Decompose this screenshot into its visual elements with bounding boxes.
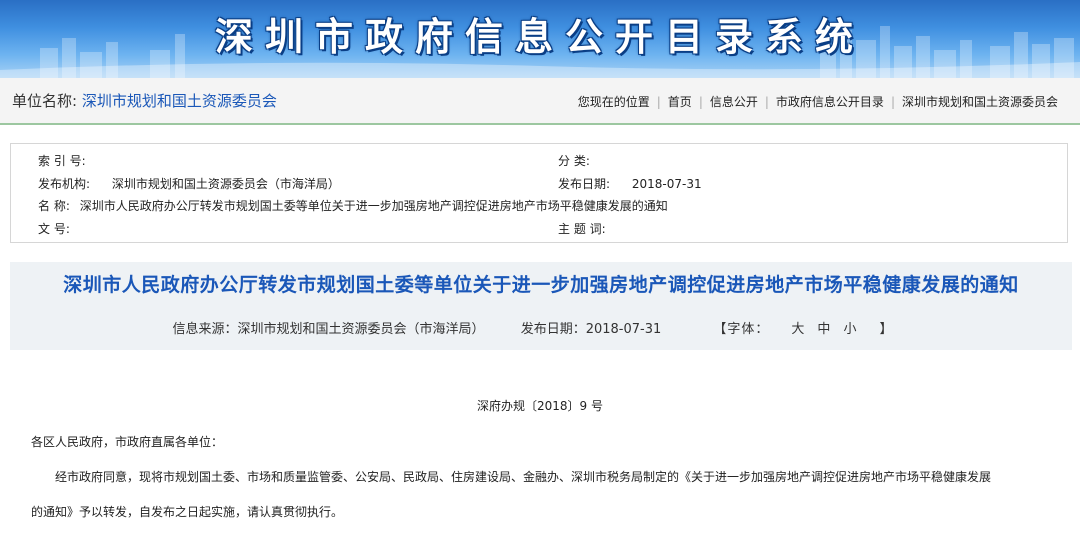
meta-category-label: 分 类:: [558, 154, 590, 168]
article-header: 深圳市人民政府办公厅转发市规划国土委等单位关于进一步加强房地产调控促进房地产市场…: [10, 262, 1072, 350]
meta-date: 发布日期: 2018-07-31: [558, 175, 702, 192]
meta-name: 名 称: 深圳市人民政府办公厅转发市规划国土委等单位关于进一步加强房地产调控促进…: [38, 197, 668, 214]
meta-topic-label: 主 题 词:: [558, 222, 606, 236]
meta-index: 索 引 号:: [38, 152, 104, 169]
breadcrumb-home-link[interactable]: 首页: [668, 93, 692, 110]
header-banner: 深圳市政府信息公开目录系统: [0, 0, 1080, 78]
body-paragraph-line-2: 的通知》予以转发，自发布之日起实施，请认真贯彻执行。: [31, 505, 344, 519]
document-metadata-box: 索 引 号: 分 类: 发布机构: 深圳市规划和国土资源委员会（市海洋局） 发布…: [10, 143, 1068, 243]
meta-name-value: 深圳市人民政府办公厅转发市规划国土委等单位关于进一步加强房地产调控促进房地产市场…: [79, 199, 668, 213]
meta-publisher-label: 发布机构:: [38, 177, 91, 191]
breadcrumb-separator: |: [656, 94, 661, 109]
document-number: 深府办规〔2018〕9 号: [477, 399, 603, 413]
unit-name: 单位名称: 深圳市规划和国土资源委员会: [12, 90, 277, 111]
article-date: 发布日期：2018-07-31: [520, 322, 662, 337]
meta-name-label: 名 称:: [38, 199, 70, 213]
meta-publisher-value: 深圳市规划和国土资源委员会（市海洋局）: [111, 177, 340, 191]
breadcrumb-prefix: 您现在的位置: [577, 95, 650, 109]
site-title: 深圳市政府信息公开目录系统: [214, 14, 865, 59]
meta-index-label: 索 引 号:: [38, 154, 86, 168]
breadcrumb-separator: |: [764, 94, 769, 109]
font-size-large-button[interactable]: 大: [791, 322, 805, 337]
font-size-close: 】: [879, 322, 894, 337]
breadcrumb-separator: |: [698, 94, 703, 109]
meta-docno: 文 号:: [38, 220, 88, 237]
meta-publisher: 发布机构: 深圳市规划和国土资源委员会（市海洋局）: [38, 175, 340, 192]
meta-date-value: 2018-07-31: [631, 177, 702, 191]
article-title: 深圳市人民政府办公厅转发市规划国土委等单位关于进一步加强房地产调控促进房地产市场…: [63, 274, 1019, 296]
unit-name-value[interactable]: 深圳市规划和国土资源委员会: [82, 92, 277, 110]
meta-category: 分 类:: [558, 152, 608, 169]
breadcrumb-separator: |: [890, 94, 895, 109]
breadcrumb-info-public-link[interactable]: 信息公开: [710, 93, 758, 110]
font-size-medium-button[interactable]: 中: [817, 322, 831, 337]
meta-topic: 主 题 词:: [558, 220, 624, 237]
unit-name-label: 单位名称:: [12, 92, 78, 110]
font-size-open: 【字体：: [713, 322, 770, 337]
salutation: 各区人民政府，市政府直属各单位：: [31, 435, 224, 449]
breadcrumb-catalog-link[interactable]: 市政府信息公开目录: [776, 93, 884, 110]
article-source: 信息来源：深圳市规划和国土资源委员会（市海洋局）: [172, 322, 485, 337]
font-size-small-button[interactable]: 小: [843, 322, 857, 337]
breadcrumb: 您现在的位置 | 首页 | 信息公开 | 市政府信息公开目录 | 深圳市规划和国…: [578, 93, 1058, 110]
breadcrumb-unit-link[interactable]: 深圳市规划和国土资源委员会: [902, 93, 1058, 110]
body-paragraph-line-1: 经市政府同意，现将市规划国土委、市场和质量监管委、公安局、民政局、住房建设局、金…: [55, 470, 992, 484]
meta-docno-label: 文 号:: [38, 222, 70, 236]
font-size-controls: 【字体： 大中小 】: [697, 322, 909, 337]
unit-bar: 单位名称: 深圳市规划和国土资源委员会 您现在的位置 | 首页 | 信息公开 |…: [0, 78, 1080, 125]
meta-date-label: 发布日期:: [558, 177, 611, 191]
article-info-line: 信息来源：深圳市规划和国土资源委员会（市海洋局） 发布日期：2018-07-31…: [10, 318, 1072, 337]
